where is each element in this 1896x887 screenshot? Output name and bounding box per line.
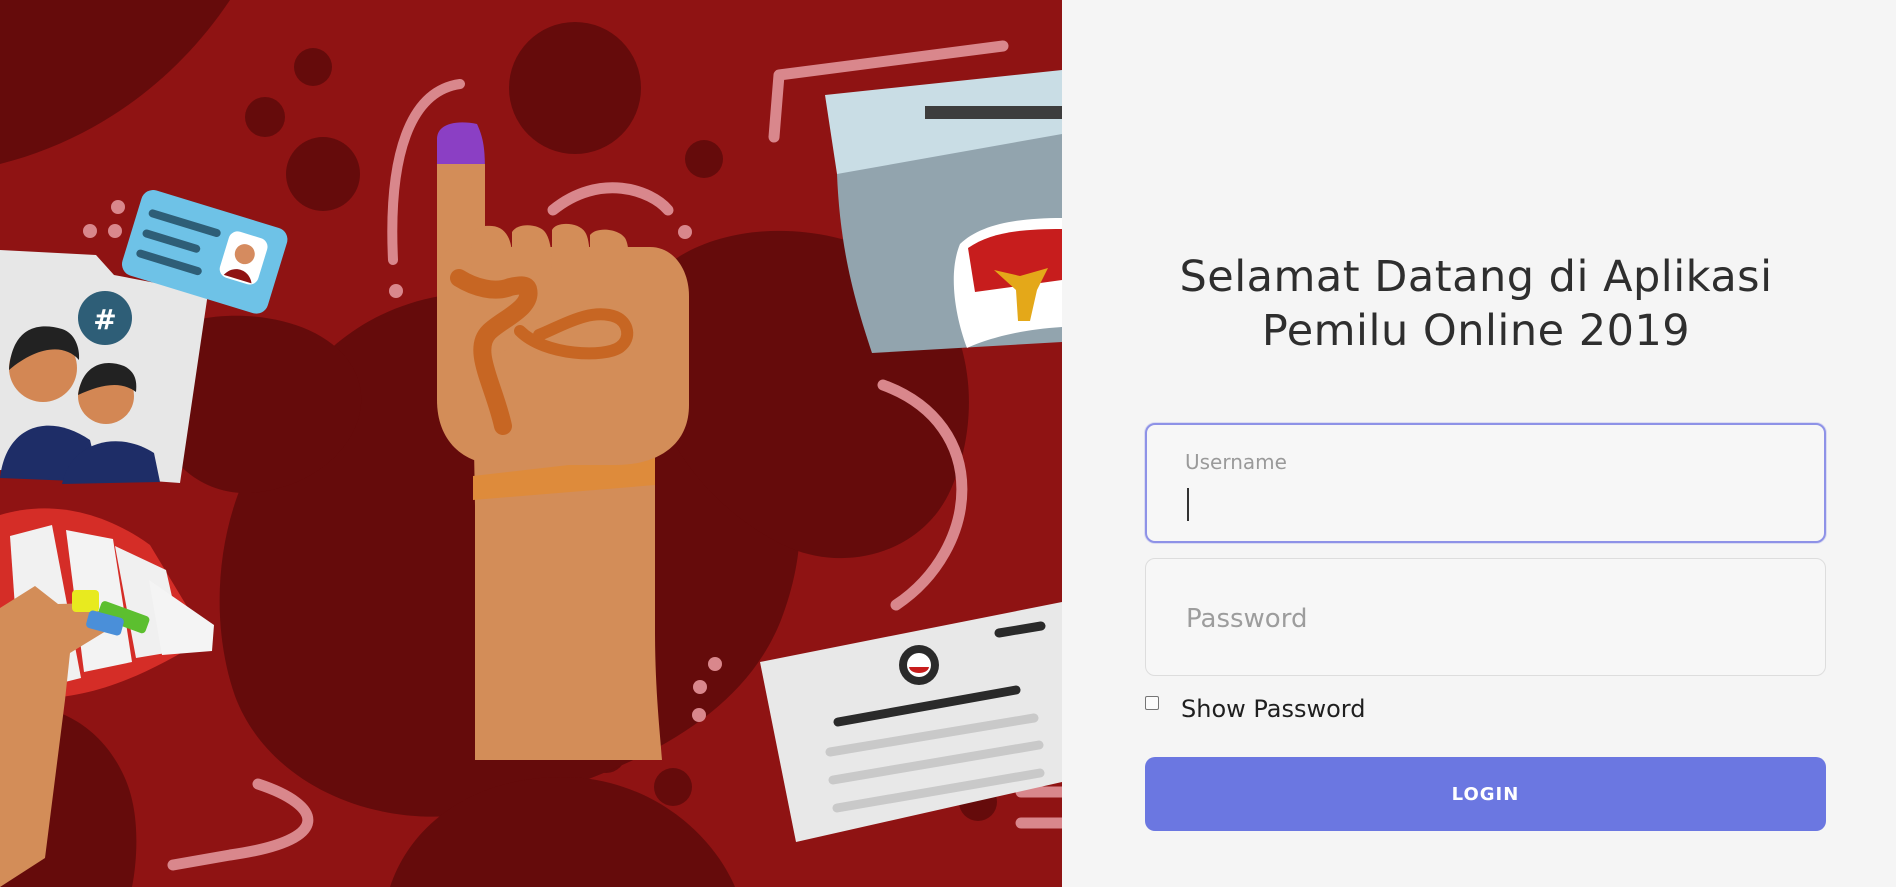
decorative-dot — [83, 224, 97, 238]
username-input[interactable] — [1185, 487, 1786, 523]
decorative-dot — [692, 708, 706, 722]
login-page: # Selamat Datang di Aplikasi Pemilu Onli… — [0, 0, 1896, 887]
election-illustration: # — [0, 0, 1062, 887]
small-dark-dot — [685, 140, 723, 178]
show-password-label: Show Password — [1181, 695, 1366, 723]
ballot-box-illustration — [825, 70, 1062, 353]
document-logo-inner — [907, 653, 931, 677]
show-password-checkbox[interactable] — [1145, 696, 1159, 710]
login-button[interactable]: LOGIN — [1145, 757, 1826, 831]
dark-dot — [286, 137, 360, 211]
decorative-dot — [389, 284, 403, 298]
decorative-dot — [111, 200, 125, 214]
password-field[interactable] — [1145, 558, 1826, 676]
dark-circle-top — [509, 22, 641, 154]
text-caret — [1187, 488, 1189, 521]
decorative-dot — [678, 225, 692, 239]
username-label: Username — [1185, 450, 1287, 474]
welcome-title: Selamat Datang di Aplikasi Pemilu Online… — [1179, 252, 1773, 356]
small-dark-dot — [294, 48, 332, 86]
ballot-slot — [925, 106, 1062, 119]
decorative-dot — [693, 680, 707, 694]
election-illustration-svg: # — [0, 0, 1062, 887]
login-panel: Selamat Datang di Aplikasi Pemilu Online… — [1062, 0, 1896, 887]
small-dark-dot — [245, 97, 285, 137]
decorative-dot — [108, 224, 122, 238]
small-dark-dot — [654, 768, 692, 806]
username-field[interactable]: Username — [1145, 423, 1826, 543]
finger-knuckle — [552, 223, 590, 319]
hashtag-icon: # — [93, 303, 116, 336]
finger-knuckle — [590, 229, 630, 322]
show-password-option[interactable]: Show Password — [1145, 692, 1405, 726]
id-chip — [72, 590, 99, 612]
password-input[interactable] — [1184, 599, 1787, 639]
decorative-dot — [708, 657, 722, 671]
